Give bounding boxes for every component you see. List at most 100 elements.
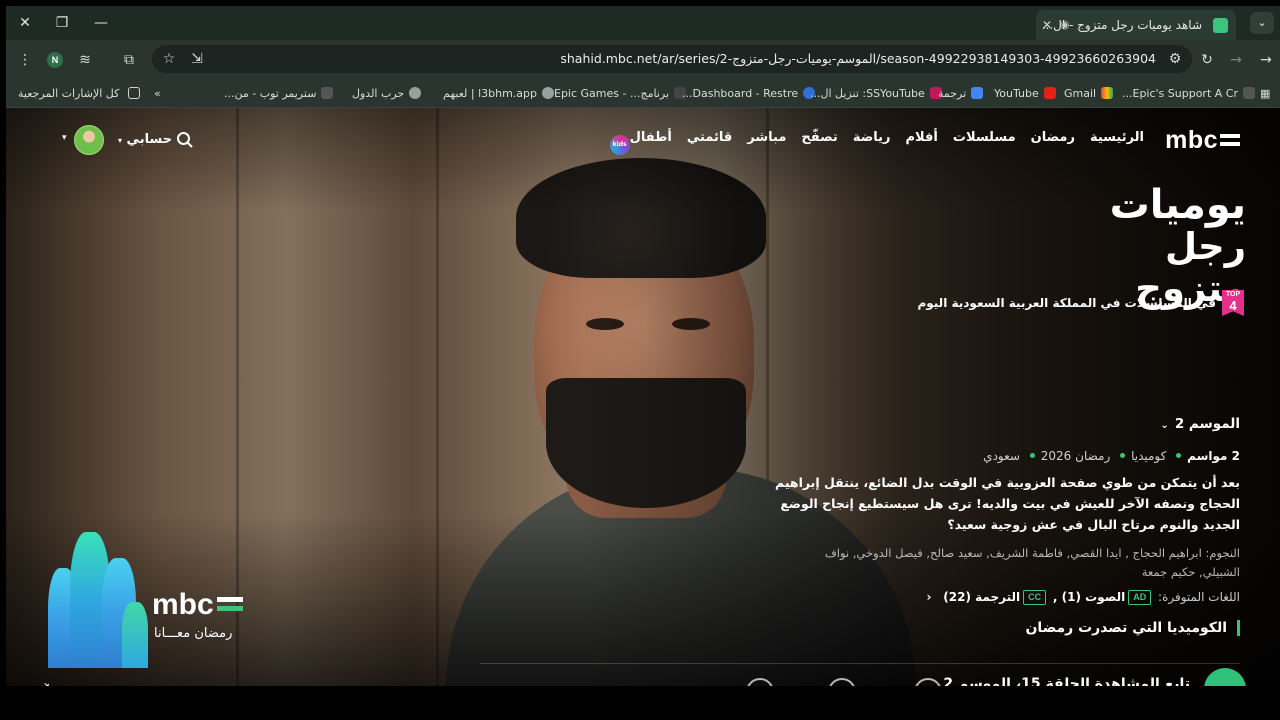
audio-description-tag: AD xyxy=(1128,590,1152,605)
cast-icon[interactable]: ≋ xyxy=(74,49,96,71)
meta-dot xyxy=(1029,453,1035,458)
all-bookmarks-label: كل الإشارات المرجعية xyxy=(18,87,120,100)
bookmark-item[interactable]: YouTube xyxy=(994,85,1056,103)
account-label: حسابي xyxy=(126,132,173,147)
season-selector[interactable]: الموسم 2 ⌄ xyxy=(1160,416,1240,432)
gmail-icon xyxy=(1101,87,1114,99)
nav-browse[interactable]: تصفّح xyxy=(801,130,837,155)
meta-country: سعودي xyxy=(983,449,1020,463)
browser-menu-icon[interactable]: ⋮ xyxy=(14,49,36,71)
tab-strip: ✕ ❐ — + شاهد يوميات رجل متزوج - ال... ◉ … xyxy=(6,6,1280,40)
audio-label: الصوت (1) , xyxy=(1052,590,1126,604)
bookmark-item[interactable]: برنامج... - Epic Games xyxy=(554,85,687,103)
bookmark-label: YouTube xyxy=(994,87,1039,100)
series-logo-line1: يوميات xyxy=(1109,182,1246,228)
bookmark-item[interactable]: ترجمة xyxy=(938,85,984,103)
bookmark-label: Epic's Support A Cr... xyxy=(1122,87,1238,100)
series-cast: النجوم: ابراهيم الحجاج , ايدا القصي, فاط… xyxy=(800,544,1240,582)
bookmark-favicon-icon xyxy=(321,87,334,99)
top-badge-rank: 4 xyxy=(1229,298,1237,313)
apps-grid-icon[interactable]: ▦ xyxy=(1260,85,1270,103)
minimize-window-icon[interactable]: — xyxy=(89,12,113,34)
tower-shape xyxy=(122,602,148,668)
languages-label: اللغات المتوفرة: xyxy=(1158,590,1240,604)
browser-toolbar: ⋮ N ≋ ⧉ ☆ ⇲ shahid.mbc.net/ar/series/2-ا… xyxy=(6,40,1280,78)
nav-kids[interactable]: أطفالkids xyxy=(606,130,672,155)
active-tab[interactable]: شاهد يوميات رجل متزوج - ال... ◉ ✕ xyxy=(1036,10,1236,40)
audio-playing-icon[interactable]: ◉ xyxy=(1060,10,1070,40)
logo-bars-icon xyxy=(1220,134,1240,146)
forward-icon[interactable]: → xyxy=(1225,49,1247,71)
chevron-left-icon[interactable]: ‹ xyxy=(927,590,932,604)
logo-bars-icon xyxy=(216,597,243,611)
nav-live[interactable]: مباشر xyxy=(747,130,786,155)
address-bar[interactable]: ☆ ⇲ shahid.mbc.net/ar/series/2-الموسم-يو… xyxy=(152,45,1192,73)
divider xyxy=(480,663,1240,664)
site-settings-icon[interactable]: ⚙ xyxy=(1164,48,1186,70)
close-tab-icon[interactable]: ✕ xyxy=(1042,10,1058,40)
epic-support-icon xyxy=(1243,87,1255,99)
avatar[interactable] xyxy=(74,125,104,155)
account-menu[interactable]: حسابي ▾ xyxy=(118,132,172,147)
closed-captions-tag: CC xyxy=(1023,590,1047,605)
close-window-icon[interactable]: ✕ xyxy=(13,12,37,34)
nav-my-list[interactable]: قائمتي xyxy=(687,130,732,155)
bookmark-label: ترجمة xyxy=(938,87,967,100)
subtitles-label[interactable]: الترجمة (22) xyxy=(943,590,1020,604)
bookmark-label: l3bhm.app | لعبهم xyxy=(443,87,538,100)
series-description: بعد أن يتمكن من طوي صفحة العزوبية في الو… xyxy=(775,475,1240,532)
logo-text: mbc xyxy=(1165,126,1218,154)
bookmark-label: حرب الدول xyxy=(352,87,405,100)
profile-avatar-icon[interactable]: N xyxy=(47,52,63,68)
nav-sports[interactable]: رياضة xyxy=(853,130,891,155)
restore-window-icon[interactable]: ❐ xyxy=(50,12,74,34)
bookmark-item[interactable]: SSYouTube: تنزيل ال... xyxy=(810,85,942,103)
bookmark-item[interactable]: ستريمر توب - من... xyxy=(224,85,334,103)
globe-icon xyxy=(409,87,422,99)
continue-watching-label[interactable]: تابع المشاهدة الحلقة 15، الموسم 2 xyxy=(943,676,1190,686)
ramadan-subtitle: رمضان معـــانا xyxy=(154,626,233,641)
nav-ramadan[interactable]: رمضان xyxy=(1031,130,1075,155)
avatar-chevron-icon[interactable]: ▾ xyxy=(62,133,67,143)
bookmark-label: ستريمر توب - من... xyxy=(224,87,317,100)
bookmark-item[interactable]: Epic's Support A Cr... xyxy=(1122,85,1255,103)
bookmark-item[interactable]: Gmail xyxy=(1064,85,1114,103)
nav-home[interactable]: الرئيسية xyxy=(1090,130,1144,155)
globe-icon xyxy=(542,87,555,99)
meta-seasons: 2 مواسم xyxy=(1187,449,1240,463)
extensions-icon[interactable]: ⧉ xyxy=(118,49,140,71)
cast-names: ابراهيم الحجاج , ايدا القصي, فاطمة الشري… xyxy=(824,546,1240,579)
mute-icon[interactable]: 🔇︎ xyxy=(44,680,53,686)
reload-icon[interactable]: ↻ xyxy=(1196,49,1218,71)
bookmark-star-icon[interactable]: ☆ xyxy=(158,48,180,70)
bookmark-label: SSYouTube: تنزيل ال... xyxy=(810,87,925,100)
bookmark-item[interactable]: حرب الدول xyxy=(352,85,422,103)
install-app-icon[interactable]: ⇲ xyxy=(186,48,208,70)
cast-label: النجوم: xyxy=(1205,546,1240,560)
shahid-series-page: mbc الرئيسية رمضان مسلسلات أفلام رياضة ت… xyxy=(6,108,1280,686)
bookmarks-bar: كل الإشارات المرجعية » ستريمر توب - من..… xyxy=(6,78,1280,108)
nav-movies[interactable]: أفلام xyxy=(906,130,938,155)
back-icon[interactable]: → xyxy=(1255,49,1277,71)
kids-icon: kids xyxy=(609,135,630,155)
mbc-logo[interactable]: mbc xyxy=(1165,126,1240,155)
bookmark-item[interactable]: Dashboard - Restre... xyxy=(682,85,816,103)
translate-icon xyxy=(971,87,984,99)
bookmarks-overflow-button[interactable]: » xyxy=(154,85,161,103)
bookmark-label: Gmail xyxy=(1064,87,1097,100)
url-text[interactable]: shahid.mbc.net/ar/series/2-الموسم-يوميات… xyxy=(560,45,1156,73)
search-icon[interactable] xyxy=(176,131,194,149)
series-meta: 2 مواسم كوميديا رمضان 2026 سعودي xyxy=(983,449,1240,463)
site-header: mbc الرئيسية رمضان مسلسلات أفلام رياضة ت… xyxy=(6,108,1280,174)
bookmark-item[interactable]: l3bhm.app | لعبهم xyxy=(443,85,555,103)
main-nav: الرئيسية رمضان مسلسلات أفلام رياضة تصفّح… xyxy=(606,130,1144,155)
folder-icon xyxy=(127,87,140,99)
chevron-down-icon: ▾ xyxy=(118,136,123,145)
rail-title: الكوميديا التي تصدرت رمضان xyxy=(1025,620,1240,636)
shahid-favicon-icon xyxy=(1213,18,1228,33)
nav-kids-label: أطفال xyxy=(629,130,672,145)
all-bookmarks-folder[interactable]: كل الإشارات المرجعية xyxy=(18,85,140,103)
browser-window: ✕ ❐ — + شاهد يوميات رجل متزوج - ال... ◉ … xyxy=(6,6,1280,686)
tab-search-chevron-icon[interactable]: ⌄ xyxy=(1250,12,1274,34)
nav-series[interactable]: مسلسلات xyxy=(953,130,1016,155)
